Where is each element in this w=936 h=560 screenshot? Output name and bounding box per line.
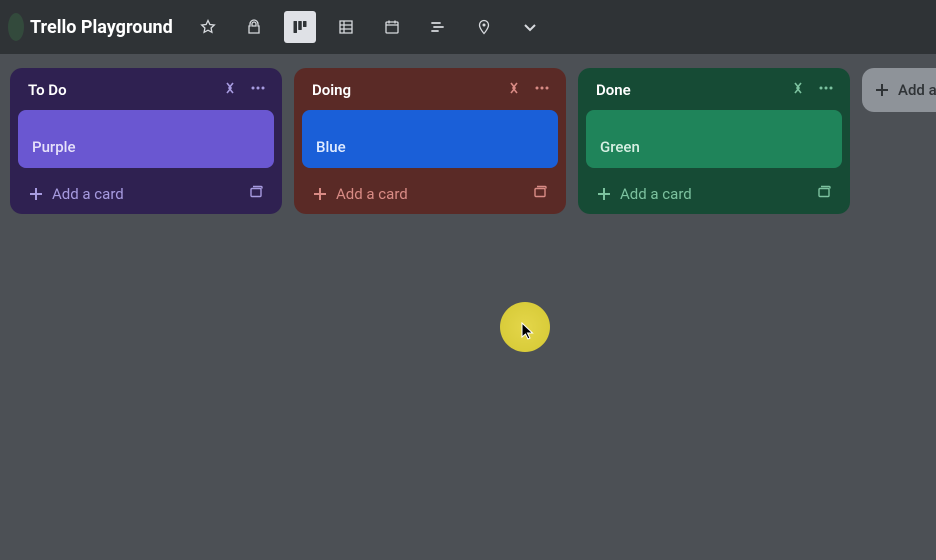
plus-icon: [312, 186, 328, 202]
board-area: To Do Purple Add a card Doing: [0, 54, 936, 560]
plus-icon: [28, 186, 44, 202]
list-title[interactable]: To Do: [28, 81, 67, 99]
list-header-actions: [506, 80, 550, 100]
table-view-button[interactable]: [330, 11, 362, 43]
card-template-button[interactable]: [532, 184, 548, 204]
add-card-label: Add a card: [336, 185, 408, 203]
add-list-label: Add a: [898, 81, 936, 99]
list-footer: Add a card: [302, 176, 558, 206]
list-done: Done Green Add a card: [578, 68, 850, 214]
collapse-list-button[interactable]: [790, 80, 806, 100]
add-card-button[interactable]: Add a card: [312, 185, 408, 203]
star-button[interactable]: [192, 11, 224, 43]
list-footer: Add a card: [18, 176, 274, 206]
calendar-icon: [384, 19, 400, 35]
collapse-list-button[interactable]: [222, 80, 238, 100]
list-header: Doing: [302, 78, 558, 110]
table-icon: [338, 19, 354, 35]
add-card-label: Add a card: [52, 185, 124, 203]
list-menu-button[interactable]: [818, 80, 834, 100]
collapse-icon: [790, 80, 806, 96]
top-bar: Trello Playground: [0, 0, 936, 54]
more-icon: [534, 80, 550, 96]
list-header-actions: [790, 80, 834, 100]
plus-icon: [874, 82, 890, 98]
timeline-icon: [430, 19, 446, 35]
collapse-list-button[interactable]: [506, 80, 522, 100]
visibility-button[interactable]: [238, 11, 270, 43]
list-todo: To Do Purple Add a card: [10, 68, 282, 214]
list-title[interactable]: Done: [596, 81, 631, 99]
collapse-icon: [506, 80, 522, 96]
list-header-actions: [222, 80, 266, 100]
card-template-button[interactable]: [248, 184, 264, 204]
location-icon: [476, 19, 492, 35]
collapse-icon: [222, 80, 238, 96]
plus-icon: [596, 186, 612, 202]
calendar-view-button[interactable]: [376, 11, 408, 43]
add-card-button[interactable]: Add a card: [596, 185, 692, 203]
card-purple[interactable]: Purple: [18, 110, 274, 168]
map-view-button[interactable]: [468, 11, 500, 43]
list-header: To Do: [18, 78, 274, 110]
list-title[interactable]: Doing: [312, 81, 351, 99]
card-green[interactable]: Green: [586, 110, 842, 168]
lock-icon: [246, 19, 262, 35]
more-views-button[interactable]: [514, 11, 546, 43]
card-template-button[interactable]: [816, 184, 832, 204]
board-title[interactable]: Trello Playground: [30, 17, 173, 38]
add-card-button[interactable]: Add a card: [28, 185, 124, 203]
list-menu-button[interactable]: [250, 80, 266, 100]
board-view-icon: [292, 19, 308, 35]
list-doing: Doing Blue Add a card: [294, 68, 566, 214]
timeline-view-button[interactable]: [422, 11, 454, 43]
template-icon: [532, 184, 548, 200]
workspace-logo[interactable]: [8, 13, 24, 41]
add-list-button[interactable]: Add a: [862, 68, 936, 112]
star-icon: [200, 19, 216, 35]
chevron-down-icon: [522, 19, 538, 35]
template-icon: [816, 184, 832, 200]
more-icon: [818, 80, 834, 96]
board-view-button[interactable]: [284, 11, 316, 43]
add-card-label: Add a card: [620, 185, 692, 203]
list-footer: Add a card: [586, 176, 842, 206]
list-header: Done: [586, 78, 842, 110]
card-blue[interactable]: Blue: [302, 110, 558, 168]
list-menu-button[interactable]: [534, 80, 550, 100]
template-icon: [248, 184, 264, 200]
more-icon: [250, 80, 266, 96]
